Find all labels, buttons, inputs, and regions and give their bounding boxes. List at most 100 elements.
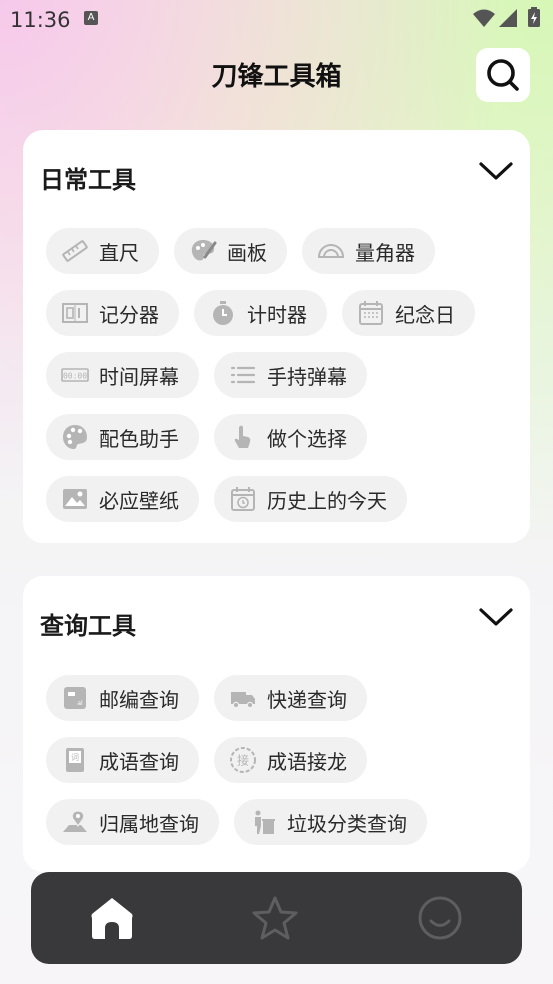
image-icon [63, 489, 87, 509]
tool-chip-label: 时间屏幕 [99, 364, 179, 389]
tool-chip[interactable]: 量角器 [302, 228, 435, 274]
signal-icon [499, 9, 517, 27]
tool-chip-icon [61, 237, 89, 265]
tool-chip[interactable]: 手持弹幕 [214, 352, 367, 398]
search-button[interactable] [476, 48, 530, 102]
tool-chip-label: 画板 [227, 240, 267, 265]
tool-chip[interactable]: 归属地查询 [46, 799, 219, 845]
tool-chip-icon [229, 423, 257, 451]
tool-chip-label: 记分器 [99, 302, 159, 327]
calendar-icon [359, 301, 383, 325]
tool-chip-label: 计时器 [247, 302, 307, 327]
tool-chip-icon: 词 [61, 746, 89, 774]
notification-a-icon: A [84, 11, 98, 25]
tool-chip-label: 快递查询 [267, 687, 347, 712]
star-icon [252, 896, 298, 940]
tool-chip-label: 量角器 [355, 240, 415, 265]
tool-chip-icon [61, 485, 89, 513]
trash-sort-icon [255, 810, 275, 834]
tool-chip-icon [61, 423, 89, 451]
idiom-chain-icon: 接 [230, 747, 256, 773]
tool-chip-icon [229, 485, 257, 513]
tool-chip-icon [249, 808, 277, 836]
scoreboard-icon [62, 303, 88, 323]
tool-list-daily: 直尺 画板 量角器记分器 计时器 纪念日 00:00 时间屏幕 手持弹幕配色助手 做个选择必应壁… [46, 228, 520, 522]
history-calendar-icon [231, 487, 255, 511]
tool-chip-label: 归属地查询 [99, 811, 199, 836]
palette-icon [63, 425, 87, 449]
svg-text:词: 词 [71, 753, 79, 762]
tool-chip-icon [189, 237, 217, 265]
nav-profile[interactable] [416, 894, 464, 942]
chevron-down-icon[interactable] [478, 160, 514, 182]
protractor-icon [317, 244, 345, 258]
tool-chip-icon [209, 299, 237, 327]
tool-chip-label: 手持弹幕 [267, 364, 347, 389]
tool-chip[interactable]: 必应壁纸 [46, 476, 199, 522]
list-lines-icon [230, 366, 256, 384]
palette-brush-icon [191, 240, 217, 261]
tool-chip[interactable]: 配色助手 [46, 414, 199, 460]
tool-chip[interactable]: 垃圾分类查询 [234, 799, 427, 845]
nav-favorites[interactable] [251, 894, 299, 942]
tool-chip-icon [61, 808, 89, 836]
stopwatch-icon [213, 301, 233, 325]
status-bar: 11:36 A [0, 0, 553, 38]
tool-chip-icon: 接 [229, 746, 257, 774]
tool-chip-icon [61, 299, 89, 327]
tool-chip-label: 直尺 [99, 240, 139, 265]
postcode-icon: al [64, 687, 86, 709]
section-title-daily: 日常工具 [40, 166, 136, 194]
tool-chip-label: 成语接龙 [267, 749, 347, 774]
tool-chip-label: 成语查询 [99, 749, 179, 774]
ruler-icon [62, 240, 88, 262]
smiley-icon [418, 896, 462, 940]
chevron-down-icon[interactable] [478, 606, 514, 628]
home-icon [91, 898, 133, 939]
tool-chip[interactable]: 接 成语接龙 [214, 737, 367, 783]
tool-chip-label: 配色助手 [99, 426, 179, 451]
status-time: 11:36 [10, 8, 71, 32]
nav-home[interactable] [88, 894, 136, 942]
location-map-icon [63, 810, 87, 832]
tool-chip[interactable]: 00:00 时间屏幕 [46, 352, 199, 398]
section-title-query: 查询工具 [40, 612, 136, 640]
tool-chip[interactable]: 画板 [174, 228, 287, 274]
wifi-icon [473, 9, 495, 27]
digital-clock-icon: 00:00 [61, 368, 89, 382]
dictionary-icon: 词 [66, 748, 84, 772]
tool-chip[interactable]: 记分器 [46, 290, 179, 336]
pointing-hand-icon [234, 425, 251, 448]
tool-chip-icon: al [61, 684, 89, 712]
app-title: 刀锋工具箱 [211, 62, 342, 92]
svg-text:al: al [77, 700, 83, 707]
tool-chip[interactable]: 纪念日 [342, 290, 475, 336]
tool-chip[interactable]: 历史上的今天 [214, 476, 407, 522]
tool-chip-label: 必应壁纸 [99, 488, 179, 513]
tool-chip-icon [229, 361, 257, 389]
tool-chip-label: 做个选择 [267, 426, 347, 451]
tool-chip-label: 邮编查询 [99, 687, 179, 712]
tool-chip-label: 垃圾分类查询 [287, 811, 407, 836]
tool-chip-label: 历史上的今天 [267, 488, 387, 513]
tool-chip-label: 纪念日 [395, 302, 455, 327]
section-card-daily: 日常工具 直尺 画板 量角器记分器 计时器 纪念日 00:00 时间屏幕 手持弹幕配色助手 做个… [23, 130, 530, 543]
tool-chip-icon [229, 684, 257, 712]
tool-list-query: al 邮编查询 快递查询词 成语查询 接 成语接龙归属地查询 垃圾分类查询 [46, 675, 520, 845]
tool-chip[interactable]: al 邮编查询 [46, 675, 199, 721]
tool-chip[interactable]: 词 成语查询 [46, 737, 199, 783]
tool-chip-icon: 00:00 [61, 361, 89, 389]
bottom-nav [31, 872, 522, 964]
tool-chip-icon [357, 299, 385, 327]
tool-chip-icon [317, 237, 345, 265]
tool-chip[interactable]: 快递查询 [214, 675, 367, 721]
tool-chip[interactable]: 计时器 [194, 290, 327, 336]
battery-charging-icon [528, 7, 540, 27]
search-icon [487, 59, 519, 91]
tool-chip[interactable]: 直尺 [46, 228, 159, 274]
delivery-truck-icon [231, 692, 255, 709]
svg-text:接: 接 [237, 753, 249, 768]
section-card-query: 查询工具 al 邮编查询 快递查询词 成语查询 接 成语接龙归属地查询 垃圾分类查询 [23, 576, 530, 872]
tool-chip[interactable]: 做个选择 [214, 414, 367, 460]
svg-text:00:00: 00:00 [63, 372, 87, 381]
